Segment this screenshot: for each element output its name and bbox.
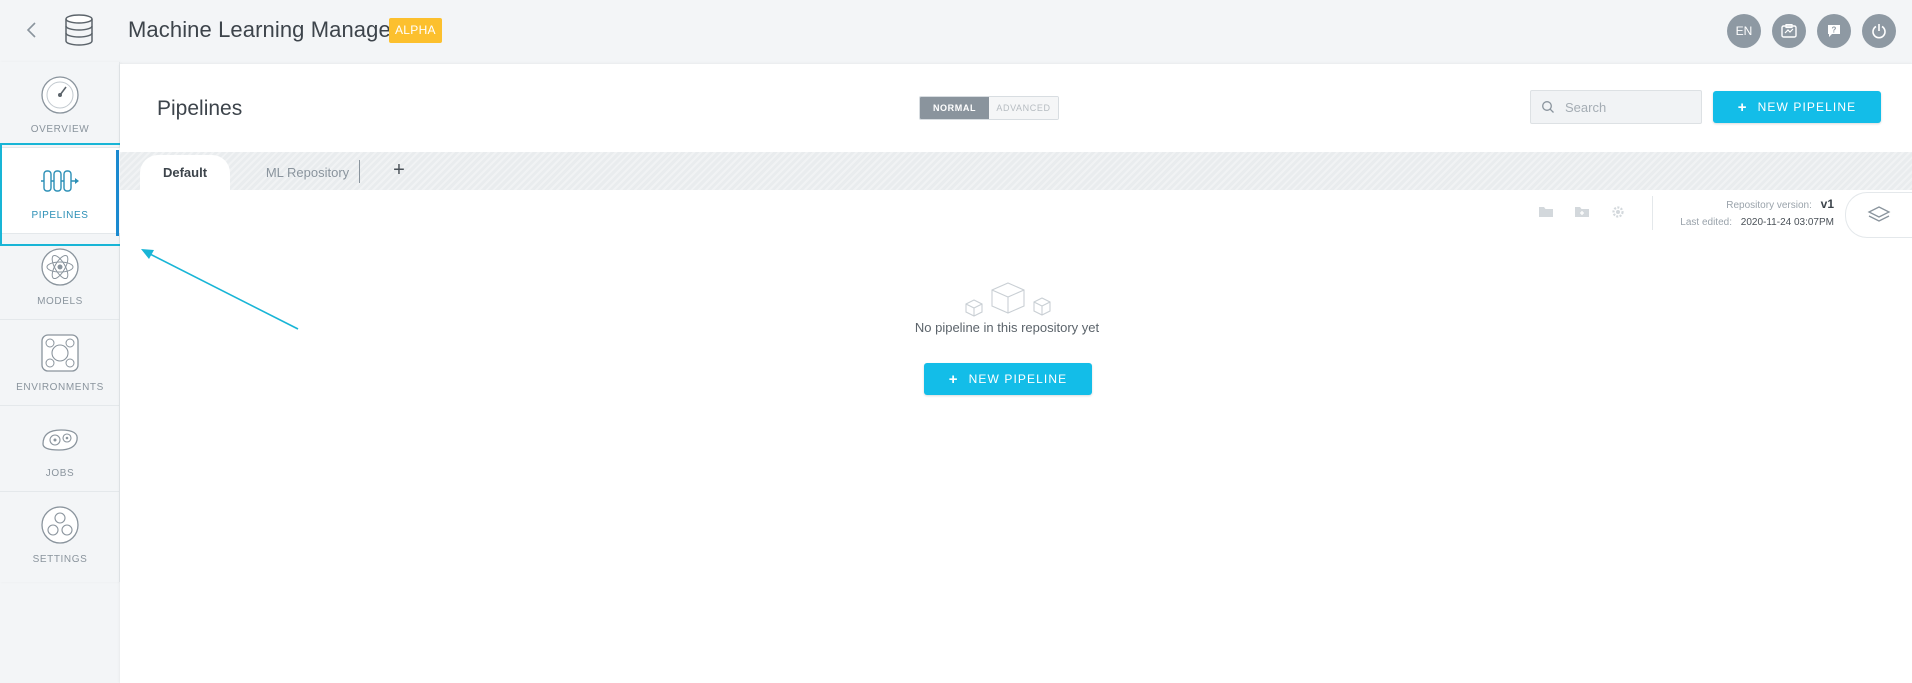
- chat-icon: ?: [1828, 25, 1840, 37]
- sidebar-item-label: JOBS: [45, 468, 75, 479]
- alpha-badge: ALPHA: [389, 18, 442, 43]
- active-indicator: [116, 150, 119, 236]
- search-box: [1530, 90, 1702, 124]
- repository-version: Repository version: v1: [1726, 197, 1834, 211]
- language-button[interactable]: EN: [1727, 14, 1761, 48]
- folder-add-icon[interactable]: [1574, 204, 1590, 220]
- settings-icon: [41, 506, 79, 544]
- main-panel: Pipelines NORMAL ADVANCED + NEW PIPELINE…: [120, 64, 1912, 683]
- power-icon: [1872, 24, 1886, 39]
- svg-text:?: ?: [1832, 26, 1837, 35]
- sidebar-item-label: OVERVIEW: [30, 124, 90, 135]
- mode-toggle: NORMAL ADVANCED: [919, 96, 1059, 120]
- power-button[interactable]: [1862, 14, 1896, 48]
- environment-icon: [41, 334, 79, 372]
- sidebar-item-models[interactable]: MODELS: [0, 234, 120, 320]
- empty-state-message: No pipeline in this repository yet: [914, 320, 1100, 335]
- sidebar-item-pipelines[interactable]: PIPELINES: [0, 148, 120, 234]
- sidebar-item-jobs[interactable]: JOBS: [0, 406, 120, 492]
- plus-icon: +: [1737, 98, 1748, 116]
- mode-normal-button[interactable]: NORMAL: [920, 97, 989, 119]
- tab-ml-repository[interactable]: ML Repository: [240, 155, 375, 190]
- sidebar-item-label: MODELS: [37, 296, 83, 307]
- page-title: Pipelines: [157, 97, 243, 120]
- sidebar-item-label: SETTINGS: [32, 554, 88, 565]
- gear-icon[interactable]: [1610, 204, 1626, 220]
- sidebar-item-label: PIPELINES: [31, 210, 89, 221]
- top-bar: Machine Learning Manager ALPHA EN ?: [0, 0, 1912, 62]
- new-pipeline-label: NEW PIPELINE: [968, 372, 1068, 386]
- add-tab-button[interactable]: +: [388, 158, 410, 182]
- search-input[interactable]: [1565, 99, 1695, 115]
- dashboard-icon: [1781, 24, 1797, 38]
- gears-icon: [42, 429, 78, 451]
- search-icon: [1542, 101, 1554, 113]
- new-pipeline-label: NEW PIPELINE: [1757, 100, 1857, 114]
- empty-boxes-icon: [965, 282, 1051, 317]
- tab-label: ML Repository: [265, 165, 350, 180]
- plus-icon: +: [948, 370, 959, 388]
- tab-default[interactable]: Default: [140, 155, 230, 190]
- atom-icon: [41, 248, 79, 286]
- pipeline-icon: [41, 170, 79, 192]
- feedback-button[interactable]: ?: [1817, 14, 1851, 48]
- tab-label: Default: [162, 165, 208, 180]
- sidebar-item-environments[interactable]: ENVIRONMENTS: [0, 320, 120, 406]
- tab-divider: [359, 160, 360, 183]
- sidebar-item-settings[interactable]: SETTINGS: [0, 492, 120, 578]
- sidebar: OVERVIEW PIPELINES MODELS ENVIRONMENTS J…: [0, 62, 120, 582]
- mode-advanced-button[interactable]: ADVANCED: [989, 97, 1058, 119]
- layers-icon: [1867, 206, 1891, 222]
- dashboard-button[interactable]: [1772, 14, 1806, 48]
- layers-button[interactable]: [1845, 192, 1912, 238]
- new-pipeline-button[interactable]: + NEW PIPELINE: [1713, 91, 1881, 123]
- sidebar-item-label: ENVIRONMENTS: [16, 382, 104, 393]
- language-label: EN: [1735, 24, 1753, 38]
- app-title: Machine Learning Manager: [128, 17, 399, 42]
- repository-tabs: Default ML Repository +: [120, 152, 1912, 190]
- back-icon[interactable]: [20, 18, 42, 42]
- last-edited-value: 2020-11-24 03:07PM: [1740, 217, 1834, 228]
- database-icon: [62, 13, 96, 47]
- sidebar-item-overview[interactable]: OVERVIEW: [0, 62, 120, 148]
- folder-icon[interactable]: [1538, 204, 1554, 220]
- empty-new-pipeline-button[interactable]: + NEW PIPELINE: [924, 363, 1092, 395]
- toolbar-divider: [1652, 196, 1653, 230]
- repository-version-label: Repository version:: [1726, 200, 1812, 211]
- gauge-icon: [41, 76, 79, 114]
- last-edited-label: Last edited:: [1680, 217, 1732, 228]
- repository-version-value: v1: [1820, 197, 1834, 211]
- last-edited: Last edited: 2020-11-24 03:07PM: [1680, 217, 1834, 228]
